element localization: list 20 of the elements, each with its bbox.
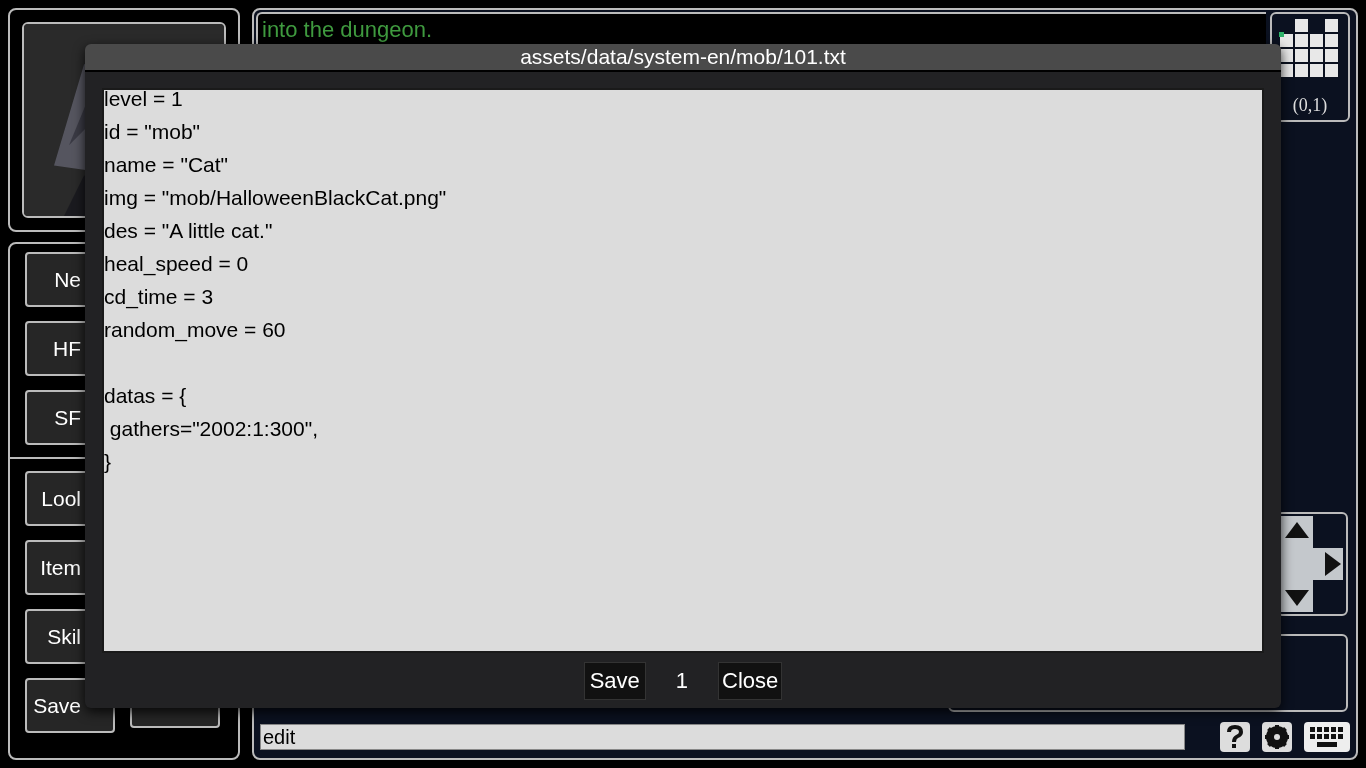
map-coordinates: (0,1) (1292, 94, 1328, 117)
code-line: id = "mob" (104, 119, 201, 145)
settings-icon (1264, 724, 1290, 750)
help-icon (1224, 724, 1246, 750)
help-button[interactable] (1220, 722, 1250, 752)
keyboard-icon (1309, 726, 1345, 748)
page-number: 1 (674, 667, 690, 695)
close-button[interactable]: Close (718, 661, 783, 700)
code-line: img = "mob/HalloweenBlackCat.png" (104, 185, 447, 211)
code-line: level = 1 (104, 90, 183, 112)
text-editor[interactable]: level = 1 id = "mob" name = "Cat" img = "mob/HalloweenBlackCat.png" des = "A little cat." heal_speed = 0 cd_time = 3 random_move = 60 datas = { gathers="2002:1:300", } (102, 88, 1264, 653)
log-message: into the dungeon. (262, 16, 434, 44)
dialog-title: assets/data/system-en/mob/101.txt (520, 44, 846, 71)
minimap-grid (1279, 18, 1341, 80)
save-button[interactable]: Save (583, 661, 646, 700)
keyboard-button[interactable] (1304, 722, 1350, 752)
command-input[interactable]: edit (260, 724, 1185, 750)
settings-button[interactable] (1262, 722, 1292, 752)
code-line: name = "Cat" (104, 152, 229, 178)
code-line: des = "A little cat." (104, 218, 273, 244)
